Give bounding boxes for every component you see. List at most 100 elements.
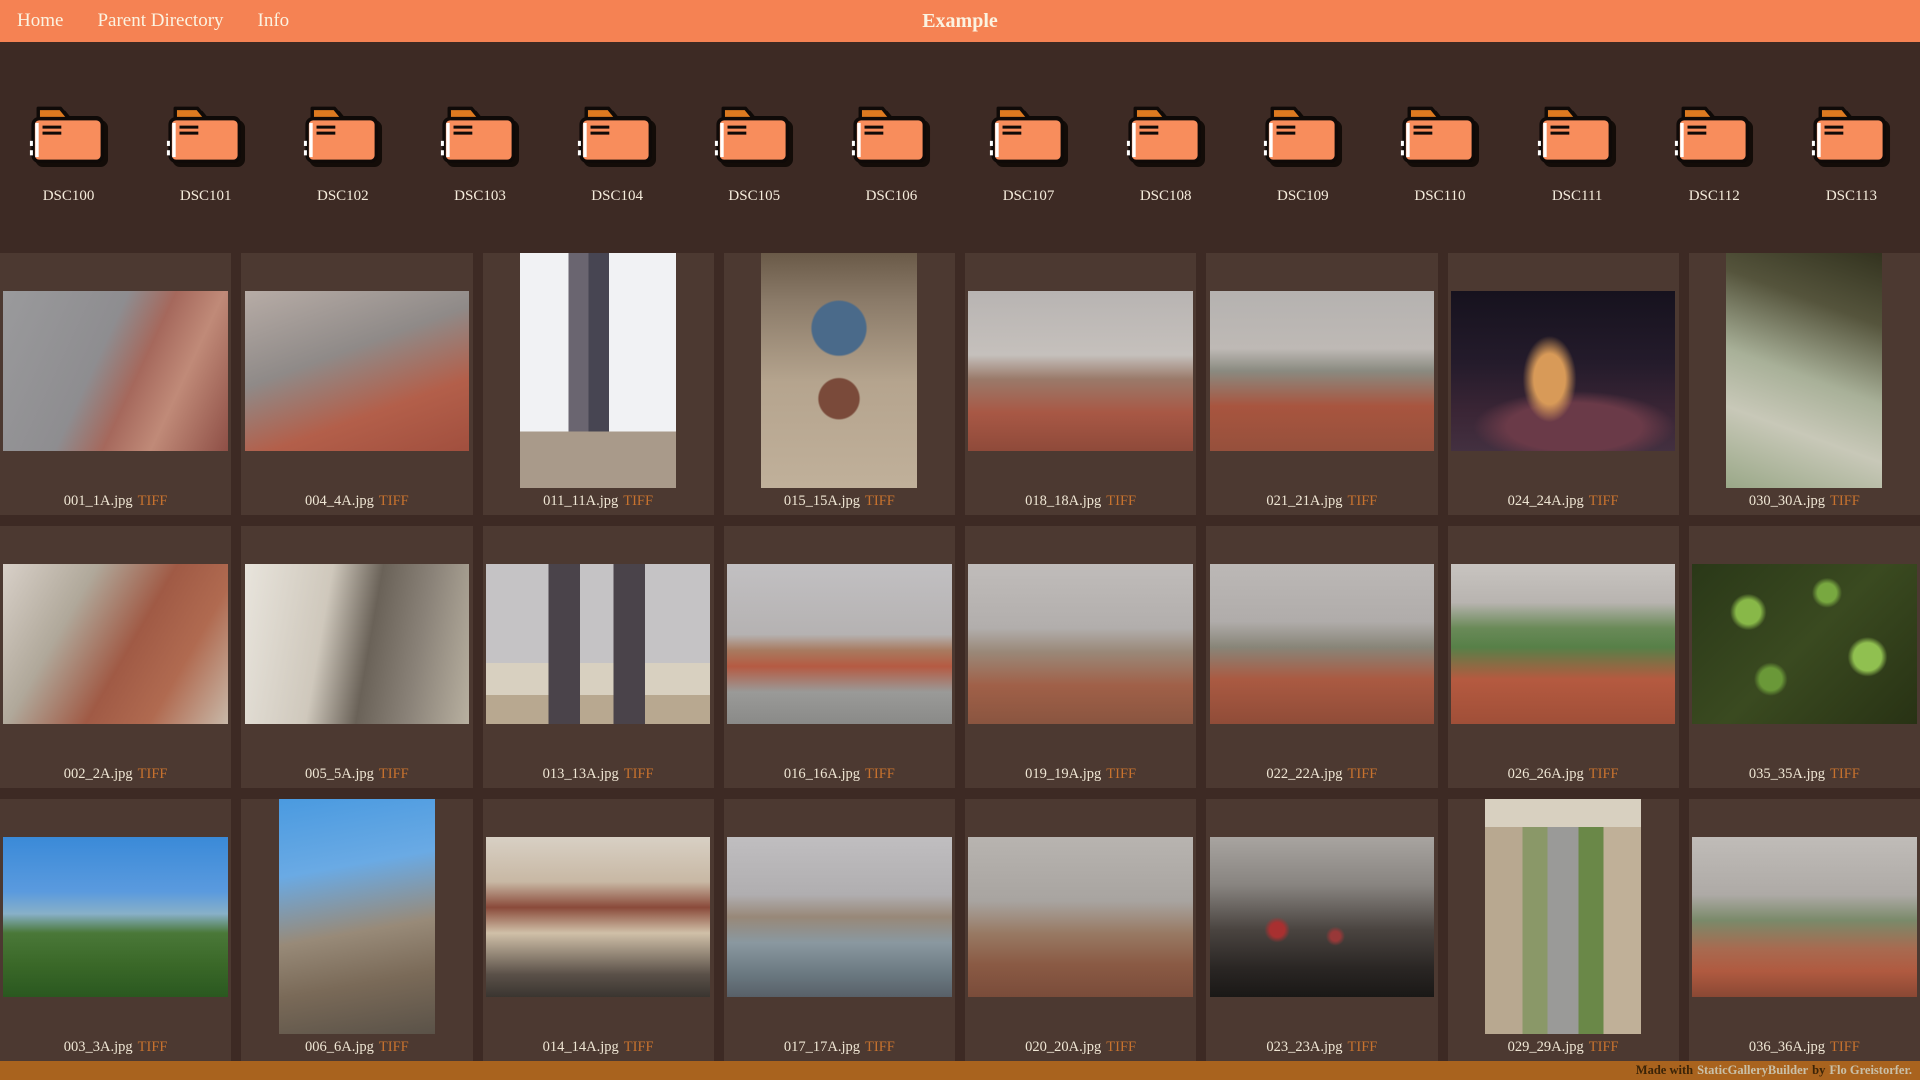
folder-item[interactable]: DSC100 xyxy=(0,98,137,253)
photo-thumbnail[interactable] xyxy=(3,290,228,451)
photo-thumbnail[interactable] xyxy=(968,290,1193,451)
photo-zone xyxy=(0,799,231,1034)
photo-filename-link[interactable]: 016_16A.jpg xyxy=(784,766,860,783)
photo-filename-link[interactable]: 029_29A.jpg xyxy=(1508,1039,1584,1056)
photo-filename-link[interactable]: 004_4A.jpg xyxy=(305,493,374,510)
photo-tiff-link[interactable]: TIFF xyxy=(1589,1039,1619,1056)
folder-item[interactable]: DSC105 xyxy=(686,98,823,253)
photo-thumbnail[interactable] xyxy=(1209,836,1435,997)
photo-thumbnail[interactable] xyxy=(1726,253,1883,488)
photo-filename-link[interactable]: 020_20A.jpg xyxy=(1025,1039,1101,1056)
photo-cell: 019_19A.jpg TIFF xyxy=(965,526,1197,788)
photo-cell: 030_30A.jpg TIFF xyxy=(1688,253,1920,515)
photo-filename-link[interactable]: 021_21A.jpg xyxy=(1266,493,1342,510)
folder-item[interactable]: DSC108 xyxy=(1097,98,1234,253)
photo-tiff-link[interactable]: TIFF xyxy=(623,493,653,510)
photo-filename-link[interactable]: 036_36A.jpg xyxy=(1749,1039,1825,1056)
folder-item[interactable]: DSC103 xyxy=(411,98,548,253)
photo-tiff-link[interactable]: TIFF xyxy=(1106,493,1136,510)
photo-tiff-link[interactable]: TIFF xyxy=(1830,493,1860,510)
folder-icon xyxy=(440,106,516,164)
photo-tiff-link[interactable]: TIFF xyxy=(138,1039,168,1056)
photo-tiff-link[interactable]: TIFF xyxy=(1348,766,1378,783)
photo-tiff-link[interactable]: TIFF xyxy=(624,1039,654,1056)
photo-tiff-link[interactable]: TIFF xyxy=(138,766,168,783)
photo-thumbnail[interactable] xyxy=(1450,563,1676,724)
photo-thumbnail[interactable] xyxy=(727,563,952,724)
photo-filename-link[interactable]: 015_15A.jpg xyxy=(784,493,860,510)
photo-thumbnail[interactable] xyxy=(968,563,1193,724)
photo-thumbnail[interactable] xyxy=(761,253,918,488)
photo-tiff-link[interactable]: TIFF xyxy=(1106,766,1136,783)
folder-item[interactable]: DSC109 xyxy=(1234,98,1371,253)
photo-thumbnail[interactable] xyxy=(3,836,228,997)
photo-filename-link[interactable]: 024_24A.jpg xyxy=(1508,493,1584,510)
photo-thumbnail[interactable] xyxy=(727,836,952,997)
photo-tiff-link[interactable]: TIFF xyxy=(1589,766,1619,783)
footer-builder-link[interactable]: StaticGalleryBuilder xyxy=(1697,1063,1808,1078)
photo-filename-link[interactable]: 035_35A.jpg xyxy=(1749,766,1825,783)
photo-filename-link[interactable]: 018_18A.jpg xyxy=(1025,493,1101,510)
photo-tiff-link[interactable]: TIFF xyxy=(138,493,168,510)
photo-thumbnail[interactable] xyxy=(278,799,435,1034)
folder-item[interactable]: DSC104 xyxy=(549,98,686,253)
folder-item[interactable]: DSC106 xyxy=(823,98,960,253)
photo-tiff-link[interactable]: TIFF xyxy=(1830,766,1860,783)
folder-item[interactable]: DSC107 xyxy=(960,98,1097,253)
photo-thumbnail[interactable] xyxy=(968,836,1193,997)
photo-filename-link[interactable]: 017_17A.jpg xyxy=(784,1039,860,1056)
photo-thumbnail[interactable] xyxy=(1692,836,1917,997)
nav-link-home[interactable]: Home xyxy=(17,10,63,32)
photo-filename-link[interactable]: 014_14A.jpg xyxy=(543,1039,619,1056)
photo-tiff-link[interactable]: TIFF xyxy=(1348,1039,1378,1056)
photo-filename-link[interactable]: 030_30A.jpg xyxy=(1749,493,1825,510)
photo-filename-link[interactable]: 002_2A.jpg xyxy=(64,766,133,783)
nav-link-info[interactable]: Info xyxy=(258,10,290,32)
photo-filename-link[interactable]: 005_5A.jpg xyxy=(305,766,374,783)
folder-item[interactable]: DSC110 xyxy=(1371,98,1508,253)
photo-thumbnail[interactable] xyxy=(1209,563,1435,724)
photo-filename-link[interactable]: 001_1A.jpg xyxy=(64,493,133,510)
photo-filename-link[interactable]: 023_23A.jpg xyxy=(1266,1039,1342,1056)
photo-thumbnail[interactable] xyxy=(1450,290,1676,451)
photo-filename-link[interactable]: 026_26A.jpg xyxy=(1508,766,1584,783)
photo-thumbnail[interactable] xyxy=(485,836,711,997)
photo-thumbnail[interactable] xyxy=(244,563,470,724)
folder-item[interactable]: DSC102 xyxy=(274,98,411,253)
photo-thumbnail[interactable] xyxy=(1692,563,1917,724)
photo-zone xyxy=(965,253,1196,488)
photo-tiff-link[interactable]: TIFF xyxy=(1830,1039,1860,1056)
photo-tiff-link[interactable]: TIFF xyxy=(379,1039,409,1056)
photo-filename-link[interactable]: 013_13A.jpg xyxy=(543,766,619,783)
photo-thumbnail[interactable] xyxy=(3,563,228,724)
footer-author-link[interactable]: Flo Greistorfer. xyxy=(1829,1063,1912,1078)
photo-tiff-link[interactable]: TIFF xyxy=(379,766,409,783)
photo-filename-link[interactable]: 022_22A.jpg xyxy=(1266,766,1342,783)
folder-item[interactable]: DSC113 xyxy=(1783,98,1920,253)
folder-item[interactable]: DSC101 xyxy=(137,98,274,253)
photo-tiff-link[interactable]: TIFF xyxy=(1106,1039,1136,1056)
photo-tiff-link[interactable]: TIFF xyxy=(624,766,654,783)
photo-thumbnail[interactable] xyxy=(244,290,470,451)
folder-label: DSC110 xyxy=(1414,188,1466,204)
nav-link-parent-directory[interactable]: Parent Directory xyxy=(97,10,223,32)
folder-item[interactable]: DSC112 xyxy=(1646,98,1783,253)
photo-filename-link[interactable]: 019_19A.jpg xyxy=(1025,766,1101,783)
folder-item[interactable]: DSC111 xyxy=(1509,98,1646,253)
photo-tiff-link[interactable]: TIFF xyxy=(865,766,895,783)
photo-filename-link[interactable]: 011_11A.jpg xyxy=(543,493,618,510)
photo-tiff-link[interactable]: TIFF xyxy=(1348,493,1378,510)
photo-thumbnail[interactable] xyxy=(1209,290,1435,451)
photo-tiff-link[interactable]: TIFF xyxy=(1589,493,1619,510)
photo-thumbnail[interactable] xyxy=(520,253,677,488)
photo-thumbnail[interactable] xyxy=(485,563,711,724)
photo-filename-link[interactable]: 003_3A.jpg xyxy=(64,1039,133,1056)
photo-cell: 016_16A.jpg TIFF xyxy=(723,526,955,788)
photo-caption: 003_3A.jpg TIFF xyxy=(0,1034,231,1061)
photo-tiff-link[interactable]: TIFF xyxy=(865,493,895,510)
photo-tiff-link[interactable]: TIFF xyxy=(865,1039,895,1056)
photo-zone xyxy=(483,799,714,1034)
photo-filename-link[interactable]: 006_6A.jpg xyxy=(305,1039,374,1056)
photo-thumbnail[interactable] xyxy=(1485,799,1642,1034)
photo-tiff-link[interactable]: TIFF xyxy=(379,493,409,510)
